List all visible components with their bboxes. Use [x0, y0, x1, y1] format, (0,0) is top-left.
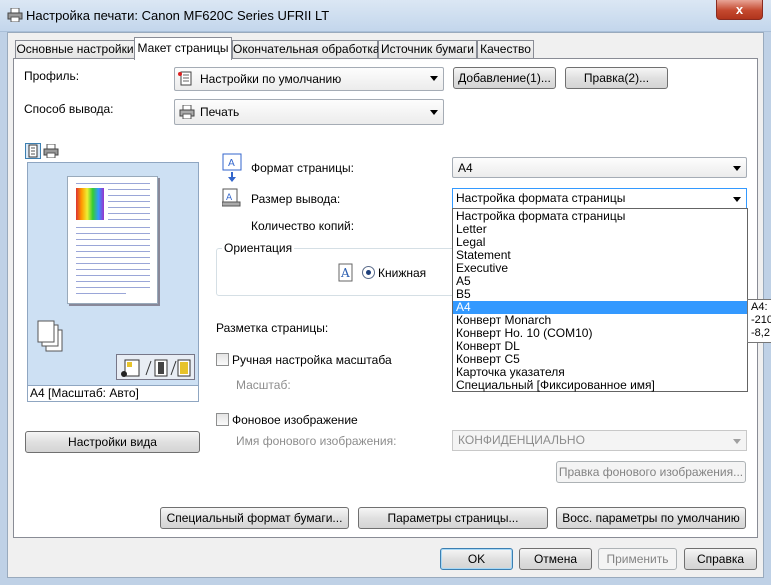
- output-size-option[interactable]: Letter: [453, 223, 747, 236]
- printer-icon: [179, 105, 195, 119]
- portrait-radio[interactable]: [362, 266, 375, 279]
- profile-icon: [178, 71, 192, 86]
- help-button[interactable]: Справка: [684, 548, 757, 570]
- profile-label: Профиль:: [24, 69, 80, 83]
- watermark-checkbox[interactable]: [216, 413, 229, 426]
- page-options-button[interactable]: Параметры страницы...: [358, 507, 548, 529]
- page-format-select[interactable]: A4: [452, 157, 747, 178]
- chevron-down-icon: [733, 439, 741, 444]
- edit-profile-button[interactable]: Правка(2)...: [565, 67, 668, 89]
- separator: [216, 404, 746, 405]
- output-method-value: Печать: [200, 105, 240, 119]
- chevron-down-icon: [430, 110, 438, 115]
- copies-label: Количество копий:: [251, 219, 355, 233]
- cancel-button[interactable]: Отмена: [519, 548, 592, 570]
- tab-basic-settings[interactable]: Основные настройки: [15, 40, 135, 59]
- output-size-option[interactable]: Специальный [Фиксированное имя]: [453, 379, 747, 392]
- separator: [24, 130, 746, 131]
- scale-label: Масштаб:: [236, 378, 291, 392]
- page-format-value: A4: [458, 161, 473, 175]
- output-method-label: Способ вывода:: [24, 102, 114, 116]
- manual-scale-label: Ручная настройка масштаба: [232, 353, 392, 367]
- apply-button[interactable]: Применить: [598, 548, 677, 570]
- chevron-down-icon: [430, 76, 438, 81]
- page-format-label: Формат страницы:: [251, 161, 354, 175]
- output-size-label: Размер вывода:: [251, 192, 341, 206]
- tab-quality[interactable]: Качество: [477, 40, 534, 59]
- tab-finishing[interactable]: Окончательная обработка: [232, 40, 380, 59]
- output-size-select[interactable]: Настройка формата страницы: [452, 188, 747, 209]
- page-format-icon: A: [222, 153, 242, 182]
- orientation-group-label: Ориентация: [222, 241, 295, 255]
- close-button[interactable]: x: [716, 0, 763, 20]
- watermark-label: Фоновое изображение: [232, 413, 358, 427]
- svg-text:A: A: [228, 158, 235, 169]
- portrait-icon: A: [338, 263, 353, 282]
- watermark-name-label: Имя фонового изображения:: [236, 434, 397, 448]
- tab-paper-source[interactable]: Источник бумаги: [378, 40, 477, 59]
- chevron-down-icon: [733, 197, 741, 202]
- printer-icon: [7, 8, 23, 22]
- custom-paper-size-button[interactable]: Специальный формат бумаги...: [160, 507, 349, 529]
- output-size-option[interactable]: B5: [453, 288, 747, 301]
- preview-caption: A4 [Масштаб: Авто]: [27, 386, 199, 402]
- copies-stack-icon: [37, 320, 63, 352]
- watermark-name-value: КОНФИДЕНЦИАЛЬНО: [458, 433, 585, 447]
- separator: [24, 493, 746, 494]
- portrait-label: Книжная: [378, 266, 427, 280]
- preview-printer-view-icon[interactable]: [43, 144, 59, 158]
- tab-page-setup[interactable]: Макет страницы: [134, 37, 232, 60]
- tooltip-line: -8,2: [751, 327, 770, 339]
- tooltip-line: -210: [751, 314, 771, 326]
- output-size-option[interactable]: Настройка формата страницы: [453, 210, 747, 223]
- profile-value: Настройки по умолчанию: [200, 72, 342, 86]
- manual-scale-checkbox[interactable]: [216, 353, 229, 366]
- restore-defaults-button[interactable]: Восс. параметры по умолчанию: [556, 507, 746, 529]
- title-bar: Настройка печати: Canon MF620C Series UF…: [0, 0, 771, 32]
- ok-button[interactable]: OK: [440, 548, 513, 570]
- preview-mode-toolbar[interactable]: [116, 354, 195, 380]
- output-method-select[interactable]: Печать: [174, 99, 444, 125]
- output-size-option[interactable]: A5: [453, 275, 747, 288]
- output-size-value: Настройка формата страницы: [456, 191, 626, 205]
- preview-page: [67, 176, 158, 304]
- tooltip-line: A4:: [751, 301, 768, 313]
- page-layout-label: Разметка страницы:: [216, 321, 329, 335]
- output-size-icon: A: [222, 188, 241, 207]
- preview-page-view-icon[interactable]: [25, 143, 41, 159]
- chevron-down-icon: [733, 166, 741, 171]
- watermark-name-select[interactable]: КОНФИДЕНЦИАЛЬНО: [452, 430, 747, 451]
- svg-text:A: A: [340, 266, 350, 280]
- profile-select[interactable]: Настройки по умолчанию: [174, 67, 444, 91]
- view-settings-button[interactable]: Настройки вида: [25, 431, 200, 453]
- output-size-option[interactable]: Executive: [453, 262, 747, 275]
- size-tooltip: A4: -210 -8,2: [747, 299, 771, 343]
- layout-mode-icon: [121, 359, 191, 377]
- add-profile-button[interactable]: Добавление(1)...: [453, 67, 556, 89]
- window-title: Настройка печати: Canon MF620C Series UF…: [26, 8, 330, 23]
- edit-watermark-button[interactable]: Правка фонового изображения...: [556, 461, 746, 483]
- output-size-dropdown-list[interactable]: Настройка формата страницы Letter Legal …: [452, 208, 748, 392]
- preview-image: [76, 188, 104, 220]
